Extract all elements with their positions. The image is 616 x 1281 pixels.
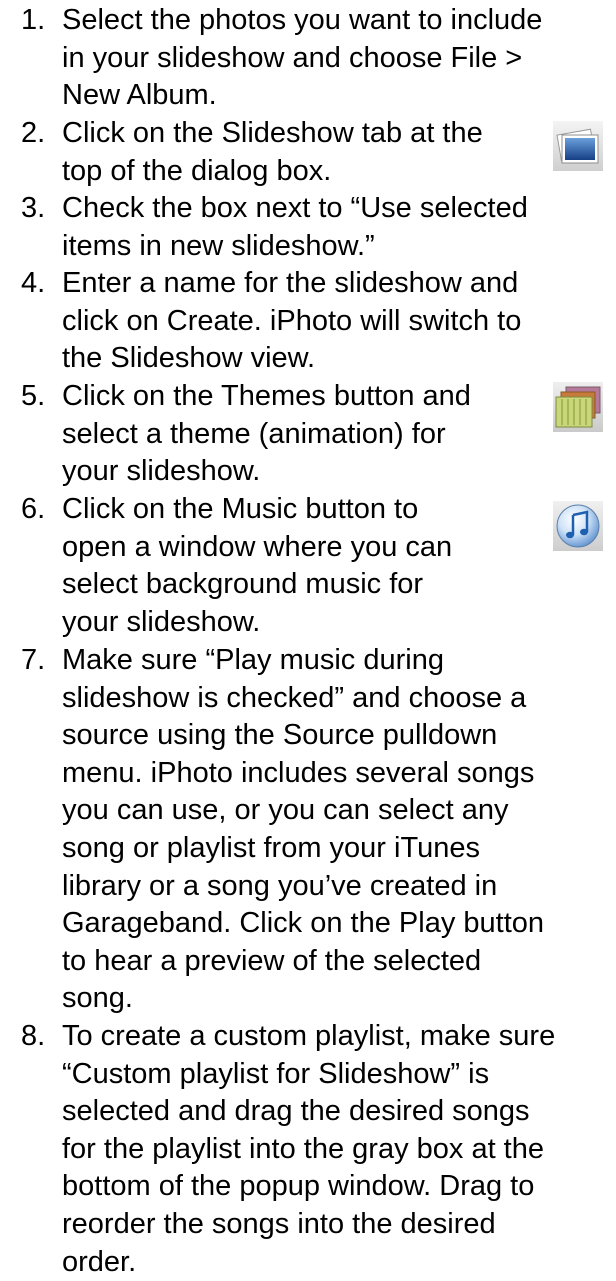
step-text: Select the photos you want to include in… [62, 4, 543, 112]
step-number: 4. [21, 267, 46, 299]
step-number: 5. [21, 380, 46, 412]
step-text: Check the box next to “Use selected item… [62, 192, 528, 262]
slideshow-tab-icon [553, 121, 603, 171]
instructions-page: 1. Select the photos you want to include… [0, 0, 616, 1278]
step-text: Click on the Themes button and select a … [62, 380, 471, 488]
music-icon [553, 501, 603, 551]
step-number: 2. [21, 117, 46, 149]
step-text: Click on the Music button to open a wind… [62, 493, 453, 638]
step-number: 3. [21, 192, 46, 224]
step-text: Click on the Slideshow tab at the top of… [62, 117, 483, 187]
step-text: Make sure “Play music during slideshow i… [62, 644, 545, 1015]
step-text: Enter a name for the slideshow and click… [62, 267, 522, 375]
step-number: 8. [21, 1020, 46, 1052]
step-number: 1. [21, 4, 46, 36]
step-number: 7. [21, 644, 46, 676]
step-number: 6. [21, 493, 46, 525]
step-text: To create a custom playlist, make sure “… [62, 1020, 556, 1278]
themes-icon [553, 382, 603, 432]
